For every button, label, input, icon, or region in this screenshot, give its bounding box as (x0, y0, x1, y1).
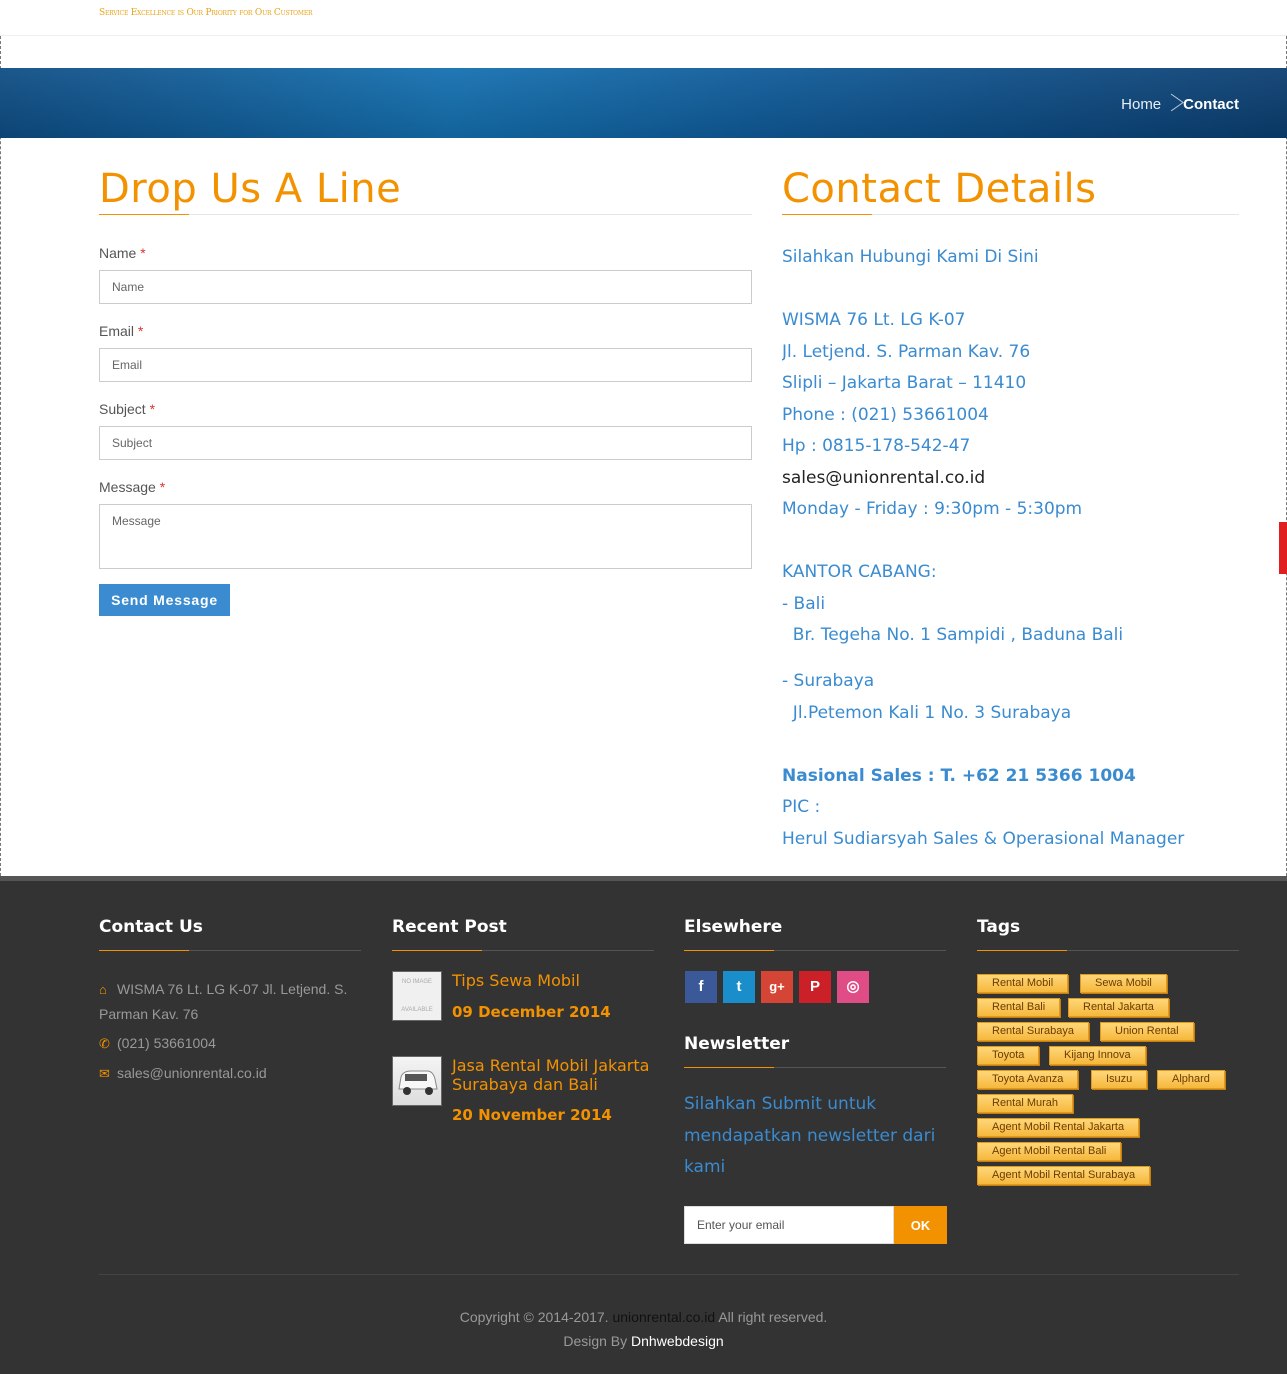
contact-details-block-2: - Surabaya Jl.Petemon Kali 1 No. 3 Surab… (782, 666, 1252, 855)
contact-email-link[interactable]: sales@unionrental.co.id (782, 463, 1252, 495)
tag-item[interactable]: Agent Mobil Rental Surabaya (977, 1166, 1151, 1185)
subject-label: Subject * (99, 401, 156, 417)
facebook-icon[interactable]: f (685, 971, 717, 1003)
email-input[interactable] (99, 348, 752, 382)
contact-title-rule (782, 214, 1239, 215)
footer-phone: ✆ (021) 53661004 (99, 1031, 216, 1056)
footer-elsewhere-rule (684, 950, 946, 951)
contact-intro: Silahkan Hubungi Kami Di Sini (782, 247, 1039, 267)
footer-recent-title: Recent Post (392, 917, 507, 937)
contact-details-block: Silahkan Hubungi Kami Di Sini WISMA 76 L… (782, 242, 1252, 644)
twitter-icon[interactable]: t (723, 971, 755, 1003)
tag-item[interactable]: Rental Jakarta (1068, 998, 1169, 1017)
message-textarea[interactable] (99, 504, 752, 569)
recent-post-date-1: 09 December 2014 (452, 1003, 611, 1021)
pinterest-icon[interactable]: P (799, 971, 831, 1003)
branch-title: KANTOR CABANG: (782, 562, 937, 582)
footer-elsewhere-title: Elsewhere (684, 917, 783, 937)
tag-item[interactable]: Union Rental (1100, 1022, 1194, 1041)
contact-address-line-3: Slipli – Jakarta Barat – 11410 (782, 373, 1027, 393)
newsletter-text: Silahkan Submit untuk mendapatkan newsle… (684, 1094, 936, 1177)
breadcrumb: Home Contact (1121, 91, 1239, 117)
tag-item[interactable]: Agent Mobil Rental Bali (977, 1142, 1122, 1161)
form-title-rule (99, 214, 752, 215)
tag-item[interactable]: Kijang Innova (1049, 1046, 1146, 1065)
designer-link[interactable]: Dnhwebdesign (631, 1333, 724, 1349)
contact-details-title: Contact Details (782, 166, 1097, 212)
footer-email[interactable]: ✉ sales@unionrental.co.id (99, 1061, 267, 1086)
post-thumbnail-placeholder[interactable] (392, 971, 442, 1021)
send-message-button[interactable]: Send Message (99, 584, 230, 616)
footer-recent-rule (392, 950, 654, 951)
site-tagline: Service Excellence is Our Priority for O… (99, 8, 313, 18)
copyright: Copyright © 2014-2017. unionrental.co.id… (459, 1309, 828, 1325)
branch-bali-address: Br. Tegeha No. 1 Sampidi , Baduna Bali (782, 625, 1124, 644)
newsletter-ok-button[interactable]: OK (894, 1206, 947, 1244)
subject-input[interactable] (99, 426, 752, 460)
envelope-icon: ✉ (99, 1066, 110, 1081)
recent-post-date-2: 20 November 2014 (452, 1106, 612, 1124)
tag-item[interactable]: Isuzu (1091, 1070, 1148, 1089)
email-label: Email * (99, 323, 144, 339)
page-banner: Home Contact (0, 68, 1287, 138)
branch-surabaya-address: Jl.Petemon Kali 1 No. 3 Surabaya (782, 702, 1072, 723)
google-plus-icon[interactable]: g+ (761, 971, 793, 1003)
tag-item[interactable]: Agent Mobil Rental Jakarta (977, 1118, 1140, 1137)
recent-post-title-1[interactable]: Tips Sewa Mobil (452, 971, 580, 990)
left-border (0, 36, 1, 876)
dribbble-icon[interactable]: ◎ (837, 971, 869, 1003)
contact-hp: Hp : 0815-178-542-47 (782, 436, 971, 456)
branch-bali: - Bali (782, 593, 826, 614)
contact-address-line-2: Jl. Letjend. S. Parman Kav. 76 (782, 341, 1031, 362)
tag-item[interactable]: Rental Surabaya (977, 1022, 1089, 1041)
footer-contact-title: Contact Us (99, 917, 203, 937)
message-label: Message * (99, 479, 166, 495)
footer-address: ⌂ WISMA 76 Lt. LG K-07 Jl. Letjend. S. Pa… (99, 977, 361, 1026)
name-label: Name * (99, 245, 146, 261)
tag-item[interactable]: Toyota (977, 1046, 1040, 1065)
footer-contact-rule (99, 950, 361, 951)
contact-phone: Phone : (021) 53661004 (782, 404, 989, 425)
breadcrumb-home-link[interactable]: Home (1121, 96, 1161, 113)
tag-item[interactable]: Sewa Mobil (1080, 974, 1167, 993)
design-credit: Design By Dnhwebdesign (563, 1333, 724, 1349)
contact-hours: Monday - Friday : 9:30pm - 5:30pm (782, 499, 1083, 519)
form-section-title: Drop Us A Line (99, 166, 402, 212)
contact-address-line-1: WISMA 76 Lt. LG K-07 (782, 310, 966, 330)
footer-tags-rule (977, 950, 1239, 951)
newsletter-rule (684, 1067, 946, 1068)
post-thumbnail-car[interactable] (392, 1056, 442, 1106)
breadcrumb-separator-icon (1167, 91, 1177, 117)
side-feedback-tab[interactable] (1279, 522, 1287, 574)
home-icon: ⌂ (99, 982, 107, 997)
tag-item[interactable]: Rental Murah (977, 1094, 1074, 1113)
car-image (398, 1070, 438, 1095)
branch-surabaya: - Surabaya (782, 671, 875, 691)
breadcrumb-current: Contact (1183, 95, 1239, 113)
newsletter-title: Newsletter (684, 1034, 790, 1054)
pic-name: Herul Sudiarsyah Sales & Operasional Man… (782, 828, 1185, 849)
pic-label: PIC : (782, 797, 821, 817)
phone-icon: ✆ (99, 1036, 110, 1051)
footer-bottom-rule (99, 1274, 1239, 1275)
top-header: Service Excellence is Our Priority for O… (0, 0, 1287, 36)
national-sales: Nasional Sales : T. +62 21 5366 1004 (782, 765, 1136, 786)
name-input[interactable] (99, 270, 752, 304)
tag-item[interactable]: Rental Mobil (977, 974, 1069, 993)
tag-item[interactable]: Rental Bali (977, 998, 1061, 1017)
recent-post-title-2[interactable]: Jasa Rental Mobil Jakarta Surabaya dan B… (452, 1056, 662, 1094)
newsletter-email-input[interactable] (684, 1206, 894, 1244)
footer-tags-title: Tags (977, 917, 1021, 937)
tag-item[interactable]: Alphard (1157, 1070, 1225, 1089)
tag-item[interactable]: Toyota Avanza (977, 1070, 1079, 1089)
copyright-site-link[interactable]: unionrental.co.id (612, 1309, 715, 1325)
